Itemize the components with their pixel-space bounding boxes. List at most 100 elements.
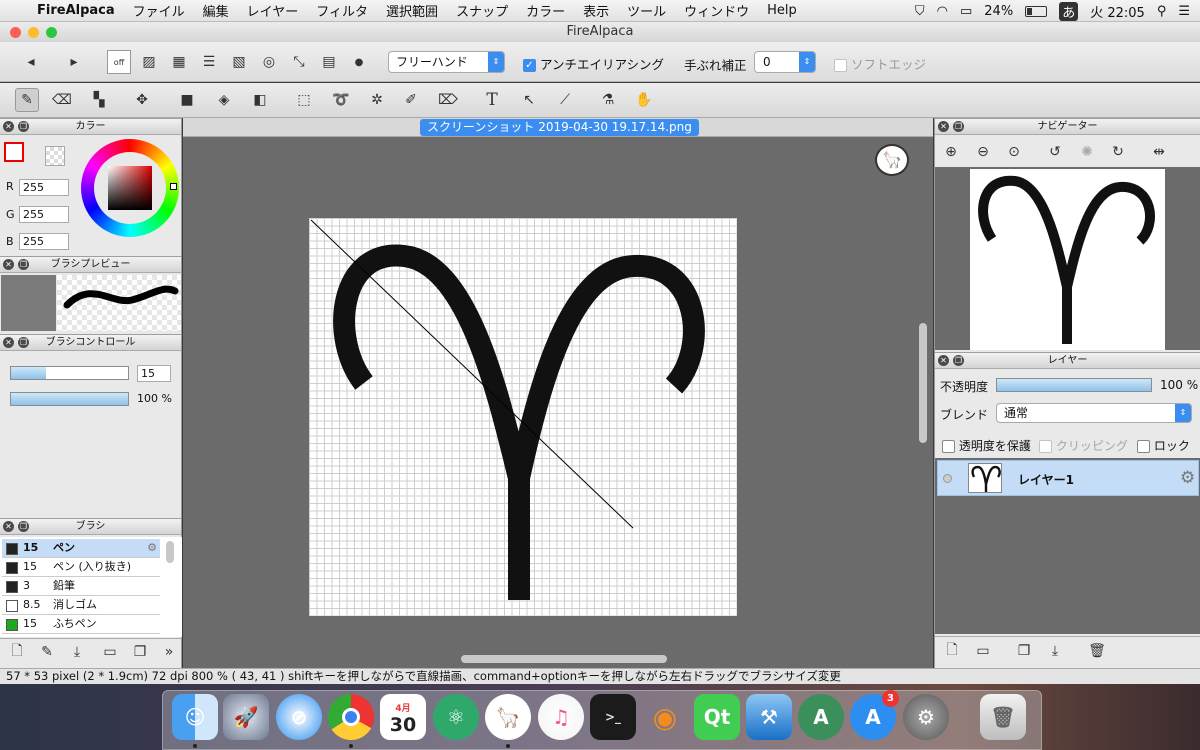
divide-tool-icon[interactable]: ⟋ — [553, 88, 577, 112]
clipping-checkbox[interactable]: クリッピング — [1039, 437, 1128, 454]
gear-icon[interactable]: ⚙ — [147, 539, 157, 557]
detach-icon[interactable]: ❐ — [18, 521, 29, 532]
launchpad-icon[interactable]: 🚀 — [223, 694, 269, 740]
rotate-right-icon[interactable]: ↻ — [1106, 140, 1130, 164]
close-icon[interactable]: ✕ — [3, 521, 14, 532]
folder-icon[interactable]: ▭ — [98, 640, 122, 664]
bucket-tool-icon[interactable]: ◈ — [212, 88, 236, 112]
lock-checkbox[interactable]: ロック — [1137, 437, 1190, 454]
menu-window[interactable]: ウィンドウ — [675, 1, 758, 20]
zoom-out-icon[interactable]: ⊖ — [971, 140, 995, 164]
new-brush-icon[interactable]: 🗋 — [5, 640, 29, 664]
itunes-icon[interactable]: ♫ — [538, 694, 584, 740]
menu-help[interactable]: Help — [758, 3, 806, 18]
snap-lines-icon[interactable]: ☰ — [197, 50, 221, 74]
eyedropper-tool-icon[interactable]: ⚗ — [596, 88, 620, 112]
menu-app[interactable]: FireAlpaca — [28, 3, 124, 18]
trash-dock-icon[interactable]: 🗑 — [980, 694, 1026, 740]
magic-wand-tool-icon[interactable]: ✲ — [365, 88, 389, 112]
brush-item[interactable]: 8.5 消しゴム — [2, 596, 160, 615]
menu-layer[interactable]: レイヤー — [238, 1, 308, 20]
move-tool-icon[interactable]: ✥ — [130, 88, 154, 112]
brush-size-input[interactable]: 15 — [137, 365, 171, 382]
menu-snap[interactable]: スナップ — [447, 1, 517, 20]
duplicate-layer-icon[interactable]: ❐ — [1012, 639, 1036, 663]
brush-item[interactable]: 15 ふちペン — [2, 615, 160, 634]
minimize-window-button[interactable] — [28, 27, 39, 38]
more-icon[interactable]: » — [157, 640, 181, 664]
qt-creator-icon[interactable]: Qt — [694, 694, 740, 740]
canvas-vertical-scrollbar[interactable] — [919, 323, 927, 443]
rotate-reset-icon[interactable]: ✺ — [1075, 140, 1099, 164]
text-tool-icon[interactable]: T — [480, 88, 504, 112]
mode-select[interactable]: フリーハンド ⇕ — [388, 51, 505, 73]
canvas-horizontal-scrollbar[interactable] — [461, 655, 667, 663]
snap-radial-icon[interactable]: ⤡ — [287, 50, 311, 74]
undo-icon[interactable]: ◂ — [19, 50, 43, 74]
close-icon[interactable]: ✕ — [3, 259, 14, 270]
battery-icon[interactable] — [1025, 5, 1048, 17]
dot-tool-icon[interactable]: ▚ — [87, 88, 111, 112]
brush-size-slider[interactable] — [10, 366, 129, 380]
drawing-canvas[interactable] — [309, 218, 737, 616]
snap-parallel-icon[interactable]: ▨ — [137, 50, 161, 74]
menu-filter[interactable]: フィルタ — [307, 1, 377, 20]
pen-tool-icon[interactable]: ✎ — [15, 88, 39, 112]
android-studio-icon[interactable]: A — [798, 694, 844, 740]
xcode-icon[interactable]: ⚒ — [746, 694, 792, 740]
brush-opacity-slider[interactable] — [10, 392, 129, 406]
redo-icon[interactable]: ▸ — [62, 50, 86, 74]
blend-select[interactable]: 通常 ⇕ — [996, 403, 1192, 423]
app-store-icon[interactable]: A3 — [850, 690, 899, 740]
snap-concentric-icon[interactable]: ◎ — [257, 50, 281, 74]
b-input[interactable]: 255 — [19, 233, 69, 250]
detach-icon[interactable]: ❐ — [953, 121, 964, 132]
r-input[interactable]: 255 — [19, 179, 69, 196]
zoom-window-button[interactable] — [46, 27, 57, 38]
terminal-icon[interactable]: >_ — [590, 694, 636, 740]
spotlight-icon[interactable]: ⚲ — [1157, 4, 1167, 19]
import-brush-icon[interactable]: ⤓ — [65, 640, 89, 664]
safari-icon[interactable]: ⊘ — [276, 694, 322, 740]
zoom-in-icon[interactable]: ⊕ — [939, 140, 963, 164]
gradient-tool-icon[interactable]: ◧ — [248, 88, 272, 112]
rect-select-tool-icon[interactable]: ⬚ — [292, 88, 316, 112]
trash-icon[interactable]: 🗑 — [1085, 639, 1109, 663]
hue-marker[interactable] — [170, 183, 177, 190]
new-folder-icon[interactable]: ▭ — [971, 639, 995, 663]
battery-percent[interactable]: 24% — [984, 4, 1013, 19]
system-preferences-icon[interactable]: ⚙ — [903, 694, 949, 740]
brush-item[interactable]: 3 鉛筆 — [2, 577, 160, 596]
finder-icon[interactable]: ☺ — [172, 694, 218, 740]
menu-view[interactable]: 表示 — [574, 1, 618, 20]
detach-icon[interactable]: ❐ — [18, 121, 29, 132]
shield-icon[interactable]: ⛉ — [915, 4, 925, 19]
firealpaca-icon[interactable]: 🦙 — [485, 694, 531, 740]
brush-item[interactable]: 15 ペン ⚙ — [2, 539, 160, 558]
snap-off-button[interactable]: off — [107, 50, 131, 74]
brush-item[interactable]: 15 ペン (入り抜き) — [2, 558, 160, 577]
soft-edge-checkbox[interactable]: ソフトエッジ — [834, 54, 926, 73]
close-window-button[interactable] — [10, 27, 21, 38]
menu-tool[interactable]: ツール — [618, 1, 675, 20]
operation-tool-icon[interactable]: ↖ — [517, 88, 541, 112]
merge-down-icon[interactable]: ⤓ — [1043, 639, 1067, 663]
protect-alpha-checkbox[interactable]: 透明度を保護 — [942, 437, 1031, 454]
close-icon[interactable]: ✕ — [3, 121, 14, 132]
snap-curve-icon[interactable]: ● — [347, 50, 371, 74]
eraser-tool-icon[interactable]: ⌫ — [50, 88, 74, 112]
rotate-left-icon[interactable]: ↺ — [1043, 140, 1067, 164]
detach-icon[interactable]: ❐ — [18, 259, 29, 270]
input-method[interactable]: あ — [1059, 1, 1079, 21]
hand-tool-icon[interactable]: ✋ — [632, 88, 656, 112]
menubar-clock[interactable]: 火 22:05 — [1090, 2, 1145, 21]
snap-diagonal-icon[interactable]: ▧ — [227, 50, 251, 74]
select-eraser-tool-icon[interactable]: ⌦ — [436, 88, 460, 112]
flip-horizontal-icon[interactable]: ⇹ — [1147, 140, 1171, 164]
duplicate-brush-icon[interactable]: ❐ — [128, 640, 152, 664]
menu-file[interactable]: ファイル — [124, 1, 194, 20]
visibility-eye-icon[interactable] — [943, 474, 952, 483]
calendar-icon[interactable]: 4月 30 — [380, 694, 426, 740]
zoom-fit-icon[interactable]: ⊙ — [1002, 140, 1026, 164]
stabilizer-select[interactable]: 0 ⇕ — [754, 51, 816, 73]
